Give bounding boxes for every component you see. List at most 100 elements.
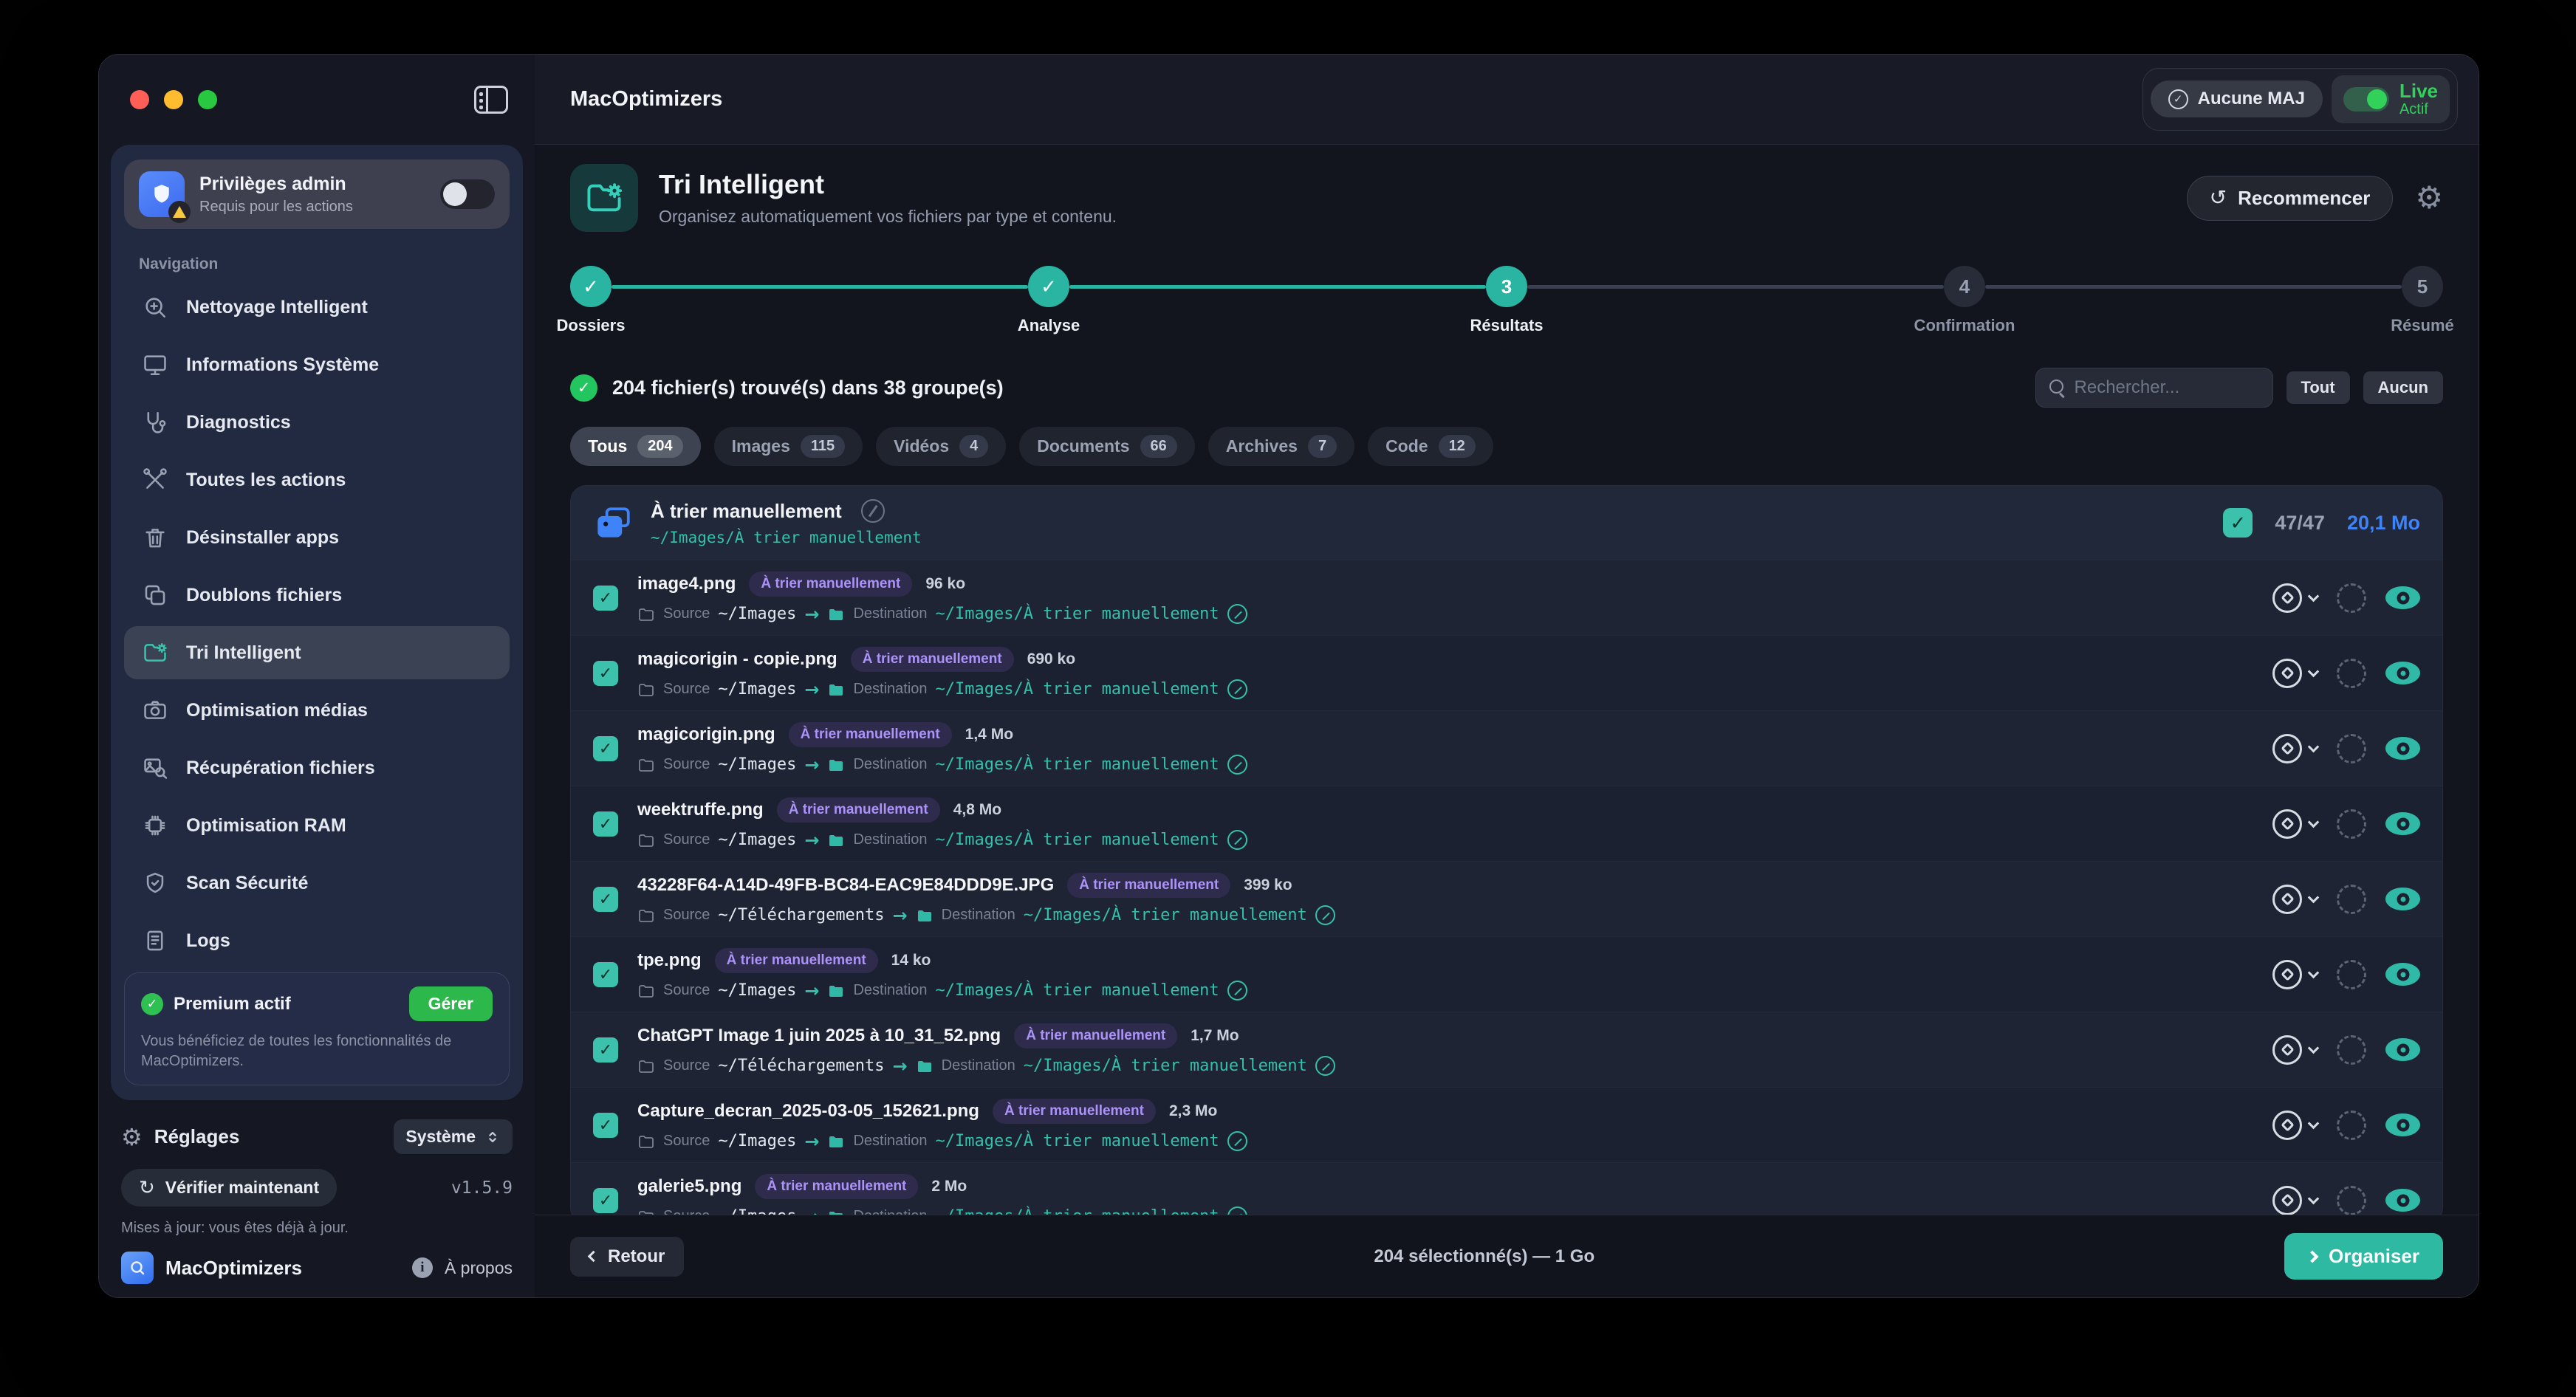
about-link[interactable]: À propos — [445, 1258, 513, 1278]
check-updates-button[interactable]: Vérifier maintenant — [121, 1169, 337, 1206]
file-checkbox[interactable] — [593, 661, 618, 686]
pending-status-icon[interactable] — [2337, 885, 2366, 914]
destination-label: Destination — [853, 1133, 927, 1150]
sidebar-nav-item[interactable]: Désinstaller apps — [124, 511, 510, 564]
preview-eye-icon[interactable] — [2385, 1189, 2420, 1212]
edit-path-icon[interactable] — [1315, 905, 1335, 925]
group-checkbox[interactable] — [2223, 508, 2253, 538]
preview-eye-icon[interactable] — [2385, 812, 2420, 835]
arrow-right-icon — [804, 1133, 819, 1150]
edit-path-icon[interactable] — [1227, 604, 1247, 624]
organize-button[interactable]: Organiser — [2284, 1233, 2443, 1280]
live-toggle[interactable] — [2343, 87, 2389, 111]
file-checkbox[interactable] — [593, 1188, 618, 1213]
sidebar-nav-item[interactable]: Scan Sécurité — [124, 857, 510, 910]
zoom-window-button[interactable] — [198, 90, 217, 109]
file-size: 1,4 Mo — [965, 726, 1013, 744]
chevron-down-icon — [2308, 816, 2320, 828]
tag-category-dropdown[interactable] — [2272, 583, 2318, 613]
sidebar-nav-item-label: Logs — [186, 930, 230, 952]
minimize-window-button[interactable] — [164, 90, 183, 109]
sidebar-toggle-icon[interactable] — [474, 86, 508, 114]
search-input[interactable] — [2075, 377, 2259, 398]
sidebar-nav-item[interactable]: Doublons fichiers — [124, 569, 510, 622]
preview-eye-icon[interactable] — [2385, 586, 2420, 609]
edit-path-icon[interactable] — [1227, 1206, 1247, 1215]
pending-status-icon[interactable] — [2337, 1111, 2366, 1140]
sidebar-nav-item[interactable]: Toutes les actions — [124, 453, 510, 507]
edit-path-icon[interactable] — [1227, 755, 1247, 775]
preview-eye-icon[interactable] — [2385, 1038, 2420, 1061]
pending-status-icon[interactable] — [2337, 1186, 2366, 1215]
sidebar-nav-item[interactable]: Informations Système — [124, 338, 510, 391]
file-actions — [2272, 809, 2420, 839]
copy-icon — [142, 582, 168, 608]
filter-tab[interactable]: Tous 204 — [570, 427, 701, 466]
tag-category-dropdown[interactable] — [2272, 734, 2318, 763]
preview-eye-icon[interactable] — [2385, 963, 2420, 986]
tag-category-dropdown[interactable] — [2272, 1035, 2318, 1065]
select-none-button[interactable]: Aucun — [2363, 371, 2443, 404]
step-confirmation: 4 — [1944, 266, 1985, 307]
destination-folder-icon — [827, 1208, 845, 1215]
source-folder-icon — [637, 756, 655, 774]
sidebar-nav-item[interactable]: Diagnostics — [124, 396, 510, 449]
close-window-button[interactable] — [130, 90, 149, 109]
preview-eye-icon[interactable] — [2385, 737, 2420, 760]
file-checkbox[interactable] — [593, 811, 618, 837]
preview-eye-icon[interactable] — [2385, 1113, 2420, 1136]
sidebar-nav-item-label: Optimisation médias — [186, 700, 368, 721]
preview-eye-icon[interactable] — [2385, 888, 2420, 910]
file-checkbox[interactable] — [593, 887, 618, 912]
pending-status-icon[interactable] — [2337, 1035, 2366, 1065]
page-content: Tri Intelligent Organisez automatiquemen… — [535, 145, 2479, 1215]
filter-tab[interactable]: Documents 66 — [1019, 427, 1195, 466]
file-checkbox[interactable] — [593, 736, 618, 761]
pending-status-icon[interactable] — [2337, 960, 2366, 989]
file-checkbox[interactable] — [593, 586, 618, 611]
edit-destination-icon[interactable] — [861, 499, 885, 523]
file-checkbox[interactable] — [593, 962, 618, 987]
edit-path-icon[interactable] — [1227, 679, 1247, 699]
restart-button[interactable]: Recommencer — [2187, 176, 2394, 221]
filter-tab[interactable]: Archives 7 — [1208, 427, 1354, 466]
sidebar-nav-item[interactable]: Nettoyage Intelligent — [124, 281, 510, 334]
admin-privileges-toggle[interactable] — [440, 179, 495, 209]
page-settings-gear-icon[interactable] — [2415, 182, 2443, 213]
no-update-badge[interactable]: Aucune MAJ — [2151, 80, 2323, 117]
tag-category-dropdown[interactable] — [2272, 809, 2318, 839]
edit-path-icon[interactable] — [1227, 830, 1247, 850]
tag-category-dropdown[interactable] — [2272, 885, 2318, 914]
filter-tab[interactable]: Vidéos 4 — [876, 427, 1006, 466]
tag-category-dropdown[interactable] — [2272, 659, 2318, 688]
sidebar-nav-item[interactable]: Optimisation médias — [124, 684, 510, 737]
nav-section-label: Navigation — [139, 255, 495, 273]
sidebar-nav-item[interactable]: Tri Intelligent — [124, 626, 510, 679]
file-checkbox[interactable] — [593, 1037, 618, 1063]
source-folder-icon — [637, 605, 655, 623]
preview-eye-icon[interactable] — [2385, 662, 2420, 684]
manage-premium-button[interactable]: Gérer — [409, 986, 493, 1021]
pending-status-icon[interactable] — [2337, 659, 2366, 688]
select-all-button[interactable]: Tout — [2286, 371, 2350, 404]
sidebar-nav-item[interactable]: Récupération fichiers — [124, 741, 510, 794]
edit-path-icon[interactable] — [1227, 1131, 1247, 1151]
file-category-badge: À trier manuellement — [777, 797, 940, 823]
filter-tab[interactable]: Images 115 — [714, 427, 863, 466]
file-checkbox[interactable] — [593, 1113, 618, 1138]
tag-category-dropdown[interactable] — [2272, 1186, 2318, 1215]
back-button[interactable]: Retour — [570, 1237, 684, 1277]
pending-status-icon[interactable] — [2337, 809, 2366, 839]
search-icon — [2049, 380, 2066, 396]
sidebar-nav-item[interactable]: Optimisation RAM — [124, 799, 510, 852]
tag-category-dropdown[interactable] — [2272, 1111, 2318, 1140]
filter-tab[interactable]: Code 12 — [1368, 427, 1493, 466]
pending-status-icon[interactable] — [2337, 583, 2366, 613]
theme-select[interactable]: Système — [394, 1119, 513, 1154]
updown-chevrons-icon — [484, 1129, 501, 1145]
edit-path-icon[interactable] — [1315, 1056, 1335, 1076]
edit-path-icon[interactable] — [1227, 981, 1247, 1000]
tag-category-dropdown[interactable] — [2272, 960, 2318, 989]
sidebar-nav-item[interactable]: Logs — [124, 914, 510, 967]
pending-status-icon[interactable] — [2337, 734, 2366, 763]
